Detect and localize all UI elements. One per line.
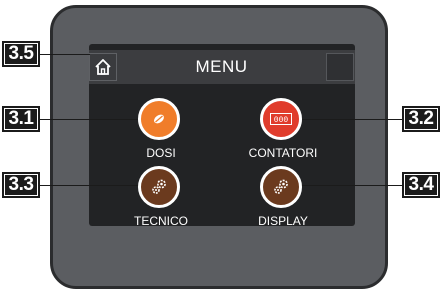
contatori-label: CONTATORI — [248, 146, 318, 160]
display-button[interactable]: DISPLAY — [250, 166, 316, 250]
callout-3-1: 3.1 — [2, 106, 40, 132]
tecnico-label: TECNICO — [134, 214, 188, 228]
leader-line-3-1 — [40, 119, 138, 120]
callout-3-3: 3.3 — [2, 172, 40, 198]
leader-line-3-3 — [40, 185, 138, 186]
callout-3-5: 3.5 — [2, 41, 40, 67]
contatori-circle: 000 — [260, 98, 302, 140]
display-circle — [260, 166, 302, 208]
home-icon — [95, 59, 111, 75]
header-right-button[interactable] — [326, 53, 354, 81]
counter-digits: 000 — [274, 116, 289, 125]
coffee-bean-icon — [154, 114, 164, 124]
page-title: MENU — [195, 57, 248, 76]
home-button[interactable] — [89, 53, 117, 81]
tecnico-button[interactable]: TECNICO — [128, 166, 194, 250]
leader-line-3-5 — [40, 54, 90, 55]
leader-line-3-4 — [302, 185, 402, 186]
display-label: DISPLAY — [258, 214, 308, 228]
callout-3-4: 3.4 — [402, 172, 440, 198]
leader-line-3-2 — [302, 119, 402, 120]
gears-icon — [274, 179, 288, 194]
dosi-circle — [138, 98, 180, 140]
callout-3-2: 3.2 — [402, 106, 440, 132]
dosi-label: DOSI — [146, 146, 176, 160]
gears-icon — [152, 179, 166, 194]
counter-icon: 000 — [270, 113, 292, 125]
tecnico-circle — [138, 166, 180, 208]
